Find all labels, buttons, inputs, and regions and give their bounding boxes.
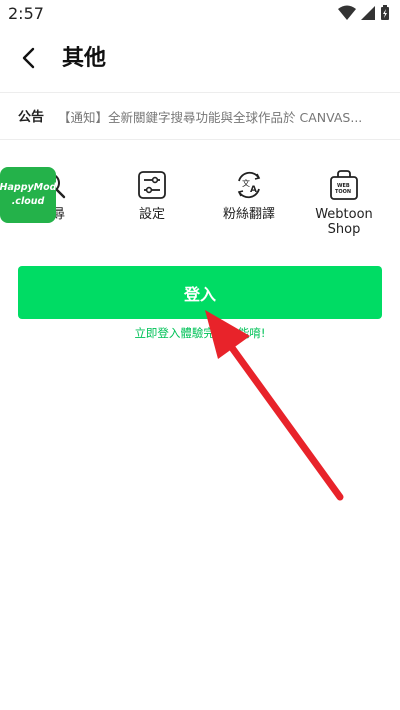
watermark-line1: HappyMod — [0, 182, 57, 193]
notice-label: 公告 — [18, 110, 45, 125]
shortcut-fan-translation-label: 粉絲翻譯 — [222, 207, 275, 222]
svg-text:文: 文 — [242, 178, 250, 188]
status-time: 2:57 — [8, 4, 44, 23]
watermark-logo: HappyMod .cloud — [0, 167, 56, 223]
svg-text:A: A — [250, 185, 257, 195]
translate-icon: 文A — [232, 168, 266, 202]
shortcut-settings[interactable]: 設定 — [112, 168, 192, 222]
signal-icon — [361, 6, 375, 20]
back-arrow-icon — [22, 47, 35, 69]
wifi-icon — [338, 5, 356, 20]
login-subtext: 立即登入體驗完整功能唷! — [134, 326, 266, 340]
notice-text[interactable]: 【通知】全新關鍵字搜尋功能與全球作品於 CANVAS... — [58, 107, 378, 126]
shop-bag-icon: WEB TOON — [327, 168, 361, 202]
svg-text:TOON: TOON — [335, 189, 351, 195]
notice-banner[interactable]: 公告 【通知】全新關鍵字搜尋功能與全球作品於 CANVAS... — [0, 92, 400, 140]
back-button[interactable] — [12, 42, 44, 74]
settings-icon — [135, 168, 169, 202]
page-title: 其他 — [62, 46, 107, 71]
shortcut-settings-label: 設定 — [138, 207, 165, 222]
shortcut-row: 搜尋 設定 文A 粉絲翻譯 WEBTOON Webtoon Shop — [0, 160, 400, 250]
shortcut-webtoon-shop-label: Webtoon Shop — [315, 207, 373, 237]
watermark-line2: .cloud — [11, 196, 45, 207]
status-icons — [338, 5, 390, 21]
header: 其他 — [0, 34, 400, 82]
login-button[interactable]: 登入 — [18, 266, 382, 319]
status-bar: 2:57 — [0, 0, 400, 28]
shortcut-webtoon-shop[interactable]: WEB TOON Webtoon Shop — [304, 168, 384, 237]
battery-icon — [381, 5, 389, 20]
shortcut-fan-translation[interactable]: 文A 粉絲翻譯 — [209, 168, 289, 222]
